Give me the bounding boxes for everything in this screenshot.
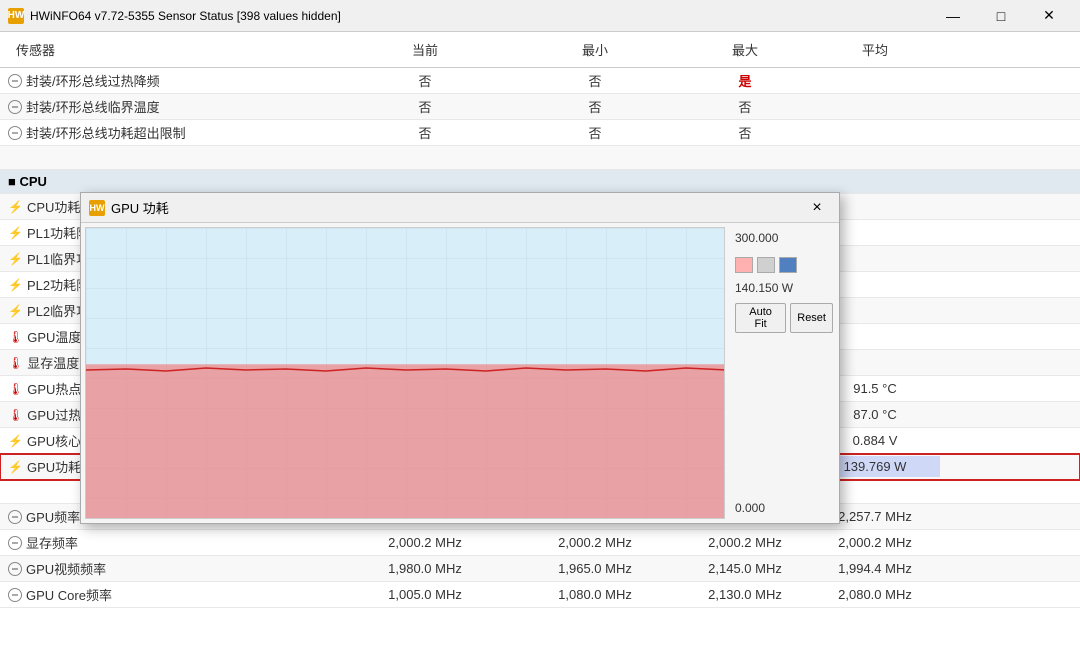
auto-fit-button[interactable]: Auto Fit (735, 303, 786, 333)
popup-title-bar: HW GPU 功耗 × (81, 193, 839, 223)
title-bar: HW HWiNFO64 v7.72-5355 Sensor Status [39… (0, 0, 1080, 32)
main-area: 传感器 当前 最小 最大 平均 封装/环形总线过热降频 否 否 是 封装/环 (0, 32, 1080, 646)
lightning-icon: ⚡ (8, 252, 23, 266)
col-avg: 平均 (810, 36, 940, 63)
thermometer-icon: 🌡 (8, 356, 23, 370)
col-max: 最大 (680, 36, 810, 63)
chart-area (85, 227, 725, 519)
maximize-button[interactable]: □ (978, 0, 1024, 32)
column-headers: 传感器 当前 最小 最大 平均 (0, 32, 1080, 68)
chart-mid-value: 140.150 W (735, 281, 833, 295)
color-sq-blue (779, 257, 797, 273)
minus-icon (8, 536, 22, 550)
popup-close-button[interactable]: × (803, 196, 831, 220)
sensor-name-cell: 封装/环形总线临界温度 (0, 94, 340, 119)
col-sensor: 传感器 (0, 36, 340, 63)
thermometer-icon: 🌡 (8, 330, 23, 344)
popup-content: 300.000 140.150 W Auto Fit Reset 0.000 (81, 223, 839, 523)
lightning-icon: ⚡ (8, 278, 23, 292)
col-min: 最小 (510, 36, 680, 63)
table-row: 封装/环形总线功耗超出限制 否 否 否 (0, 120, 1080, 146)
table-row: 封装/环形总线临界温度 否 否 否 (0, 94, 1080, 120)
close-button[interactable]: ✕ (1026, 0, 1072, 32)
title-bar-text: HWiNFO64 v7.72-5355 Sensor Status [398 v… (30, 9, 924, 23)
lightning-icon: ⚡ (8, 226, 23, 240)
color-sq-pink (735, 257, 753, 273)
minus-icon (8, 562, 22, 576)
sensor-name-cell: 封装/环形总线过热降频 (0, 68, 340, 93)
popup-title: GPU 功耗 (111, 198, 797, 217)
chart-right-panel: 300.000 140.150 W Auto Fit Reset 0.000 (729, 223, 839, 523)
minus-icon (8, 588, 22, 602)
minimize-button[interactable]: — (930, 0, 976, 32)
chart-bottom-value: 0.000 (735, 501, 833, 515)
section-header-cpu: ■ CPU (0, 170, 1080, 194)
minus-icon (8, 74, 22, 88)
lightning-icon: ⚡ (8, 200, 23, 214)
table-row: GPU视频频率 1,980.0 MHz 1,965.0 MHz 2,145.0 … (0, 556, 1080, 582)
popup-icon: HW (89, 200, 105, 216)
col-current: 当前 (340, 36, 510, 63)
button-row: Auto Fit Reset (735, 303, 833, 333)
thermometer-icon: 🌡 (8, 408, 23, 422)
thermometer-icon: 🌡 (8, 382, 23, 396)
section-label: ■ CPU (0, 171, 340, 192)
sensor-name-cell: 封装/环形总线功耗超出限制 (0, 120, 340, 145)
lightning-icon: ⚡ (8, 434, 23, 448)
table-row: GPU Core频率 1,005.0 MHz 1,080.0 MHz 2,130… (0, 582, 1080, 608)
reset-button[interactable]: Reset (790, 303, 833, 333)
app-icon: HW (8, 8, 24, 24)
table-row: 显存频率 2,000.2 MHz 2,000.2 MHz 2,000.2 MHz… (0, 530, 1080, 556)
minus-icon (8, 126, 22, 140)
chart-top-value: 300.000 (735, 231, 833, 245)
lightning-icon: ⚡ (8, 304, 23, 318)
color-sq-gray (757, 257, 775, 273)
minus-icon (8, 510, 22, 524)
gpu-power-popup: HW GPU 功耗 × (80, 192, 840, 524)
lightning-icon: ⚡ (8, 460, 23, 474)
color-squares (735, 257, 833, 273)
window-controls: — □ ✕ (930, 0, 1072, 32)
table-row: 封装/环形总线过热降频 否 否 是 (0, 68, 1080, 94)
minus-icon (8, 100, 22, 114)
table-row (0, 146, 1080, 170)
